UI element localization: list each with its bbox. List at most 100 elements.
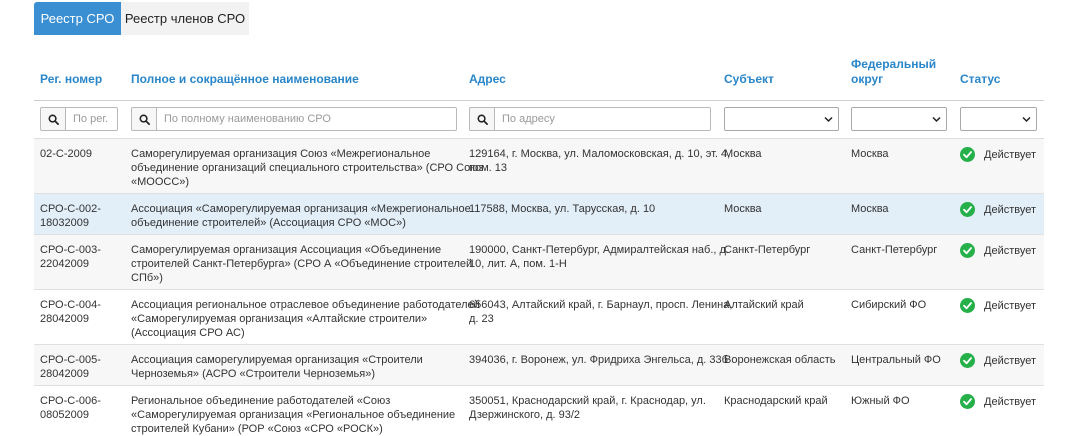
name-line: объединение строителей» (Ассоциация СРО … bbox=[131, 217, 406, 229]
filter-row bbox=[34, 101, 1044, 139]
reg-number-line: СРО-С-003- bbox=[40, 244, 101, 256]
subject-cell: Санкт-Петербург bbox=[724, 244, 811, 256]
reg-number-line: СРО-С-002- bbox=[40, 203, 101, 215]
column-header-address[interactable]: Адрес bbox=[469, 72, 506, 87]
reg-number-line: СРО-С-004- bbox=[40, 299, 101, 311]
address-line: Дзержинского, д. 93/2 bbox=[469, 409, 581, 421]
reg-number-line: СРО-С-006- bbox=[40, 395, 101, 407]
check-circle-icon bbox=[960, 353, 975, 368]
status-cell: Действует bbox=[960, 394, 1036, 409]
name-line: строителей Кубани» (РОР «Союз «СРО «РОСК… bbox=[131, 423, 383, 435]
name-cell: Саморегулируемая организация Ассоциация … bbox=[131, 243, 472, 285]
subject-select[interactable] bbox=[724, 107, 839, 131]
status-cell: Действует bbox=[960, 298, 1036, 313]
column-header-name[interactable]: Полное и сокращённое наименование bbox=[131, 72, 359, 87]
address-cell: 350051, Краснодарский край, г. Краснодар… bbox=[469, 394, 706, 422]
table-row[interactable]: 02-С-2009 Саморегулируемая организация С… bbox=[34, 139, 1044, 194]
name-line: Саморегулируемая организация Союз «Межре… bbox=[131, 148, 431, 160]
reg-search-input[interactable] bbox=[66, 107, 118, 131]
column-header-federal-district-line1: Федеральный bbox=[851, 57, 937, 71]
district-cell: Санкт-Петербург bbox=[851, 244, 938, 256]
name-line: «МООСС») bbox=[131, 176, 190, 188]
address-line: пом. 13 bbox=[469, 162, 507, 174]
check-circle-icon bbox=[960, 298, 975, 313]
column-header-federal-district-line2: округ bbox=[851, 72, 884, 86]
address-search-button[interactable] bbox=[469, 107, 495, 131]
reg-number-line: СРО-С-005- bbox=[40, 354, 101, 366]
check-circle-icon bbox=[960, 243, 975, 258]
address-cell: 190000, Санкт-Петербург, Адмиралтейская … bbox=[469, 243, 729, 271]
name-line: «Саморегулируемая организация «Алтайские… bbox=[131, 313, 428, 325]
reg-number-line: 22042009 bbox=[40, 258, 89, 270]
address-line: 10, лит. А, пом. 1-Н bbox=[469, 258, 567, 270]
status-text: Действует bbox=[984, 244, 1037, 257]
address-cell: 394036, г. Воронеж, ул. Фридриха Энгельс… bbox=[469, 353, 728, 367]
name-line: «Саморегулируемая организация «Региональ… bbox=[131, 409, 456, 421]
name-line: Черноземья» (АСРО «Строители Черноземья»… bbox=[131, 368, 375, 380]
address-line: 350051, Краснодарский край, г. Краснодар… bbox=[469, 395, 706, 407]
address-line: д. 23 bbox=[469, 313, 494, 325]
reg-search-button[interactable] bbox=[40, 107, 66, 131]
address-filter bbox=[469, 107, 711, 131]
subject-cell: Москва bbox=[724, 203, 762, 215]
status-text: Действует bbox=[984, 203, 1037, 216]
status-text: Действует bbox=[984, 395, 1037, 408]
status-text: Действует bbox=[984, 299, 1037, 312]
reg-number-line: 08052009 bbox=[40, 409, 89, 421]
address-cell: 656043, Алтайский край, г. Барнаул, прос… bbox=[469, 298, 732, 326]
reg-number-cell: СРО-С-003- 22042009 bbox=[40, 243, 101, 271]
name-search-input[interactable] bbox=[157, 107, 457, 131]
table-row[interactable]: СРО-С-004- 28042009 Ассоциация региональ… bbox=[34, 290, 1044, 345]
table-row[interactable]: СРО-С-006- 08052009 Региональное объедин… bbox=[34, 386, 1044, 435]
check-circle-icon bbox=[960, 147, 975, 162]
column-header-subject[interactable]: Субъект bbox=[724, 72, 774, 87]
name-cell: Ассоциация региональное отраслевое объед… bbox=[131, 298, 480, 340]
address-cell: 129164, г. Москва, ул. Маломосковская, д… bbox=[469, 147, 730, 175]
name-line: Ассоциация региональное отраслевое объед… bbox=[131, 299, 480, 311]
name-line: Региональное объединение работодателей «… bbox=[131, 395, 391, 407]
reg-number-line: 28042009 bbox=[40, 313, 89, 325]
search-icon bbox=[139, 114, 150, 125]
name-line: (Ассоциация СРО АС) bbox=[131, 327, 245, 339]
tab-sro-members-registry[interactable]: Реестр членов СРО bbox=[121, 2, 249, 35]
name-line: Саморегулируемая организация Ассоциация … bbox=[131, 244, 442, 256]
status-cell: Действует bbox=[960, 147, 1036, 162]
status-select[interactable] bbox=[960, 107, 1037, 131]
table-row[interactable]: СРО-С-003- 22042009 Саморегулируемая орг… bbox=[34, 235, 1044, 290]
name-cell: Ассоциация «Саморегулируемая организация… bbox=[131, 202, 471, 230]
federal-district-select[interactable] bbox=[851, 107, 947, 131]
reg-number-cell: СРО-С-006- 08052009 bbox=[40, 394, 101, 422]
district-cell: Москва bbox=[851, 148, 889, 160]
address-line: 129164, г. Москва, ул. Маломосковская, д… bbox=[469, 148, 731, 160]
table-header: Рег. номер Полное и сокращённое наименов… bbox=[34, 54, 1044, 101]
check-circle-icon bbox=[960, 394, 975, 409]
district-cell: Москва bbox=[851, 203, 889, 215]
tab-sro-registry[interactable]: Реестр СРО bbox=[34, 2, 121, 35]
status-text: Действует bbox=[984, 354, 1037, 367]
chevron-down-icon bbox=[824, 116, 833, 123]
reg-number-cell: СРО-С-004- 28042009 bbox=[40, 298, 101, 326]
name-line: Ассоциация «Саморегулируемая организация… bbox=[131, 203, 471, 215]
column-header-status[interactable]: Статус bbox=[960, 72, 1000, 87]
address-line: 656043, Алтайский край, г. Барнаул, прос… bbox=[469, 299, 733, 311]
column-header-federal-district[interactable]: Федеральный округ bbox=[851, 57, 936, 87]
reg-filter bbox=[40, 107, 118, 131]
district-cell: Центральный ФО bbox=[851, 354, 941, 366]
chevron-down-icon bbox=[932, 116, 941, 123]
table-row[interactable]: СРО-С-005- 28042009 Ассоциация саморегул… bbox=[34, 345, 1044, 386]
subject-cell: Краснодарский край bbox=[724, 395, 828, 407]
subject-cell: Воронежская область bbox=[724, 354, 836, 366]
tab-bar: Реестр СРО Реестр членов СРО bbox=[34, 2, 249, 35]
table-row[interactable]: СРО-С-002- 18032009 Ассоциация «Саморегу… bbox=[34, 194, 1044, 235]
name-search-button[interactable] bbox=[131, 107, 157, 131]
search-icon bbox=[477, 114, 488, 125]
name-filter bbox=[131, 107, 457, 131]
district-cell: Сибирский ФО bbox=[851, 299, 927, 311]
search-icon bbox=[48, 114, 59, 125]
reg-number-line: 28042009 bbox=[40, 368, 89, 380]
column-header-reg-number[interactable]: Рег. номер bbox=[40, 72, 102, 87]
reg-number-line: 18032009 bbox=[40, 217, 89, 229]
name-line: Ассоциация саморегулируемая организация … bbox=[131, 354, 423, 366]
reg-number-line: 02-С-2009 bbox=[40, 148, 92, 160]
address-search-input[interactable] bbox=[495, 107, 711, 131]
